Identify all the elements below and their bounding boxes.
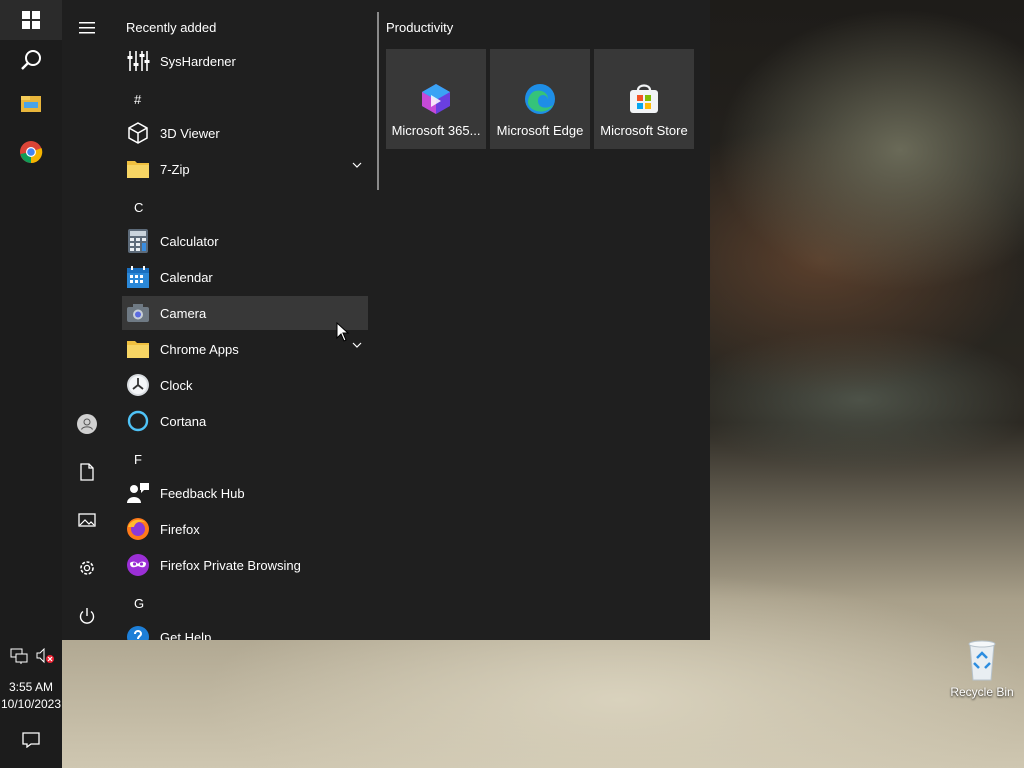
tile-label: Microsoft 365...: [391, 123, 481, 138]
windows-logo-icon: [22, 11, 40, 29]
letter-header[interactable]: #: [134, 92, 141, 107]
user-icon: [77, 414, 97, 434]
start-rail: [62, 0, 112, 640]
recycle-bin[interactable]: Recycle Bin: [944, 638, 1020, 699]
folder-icon: [126, 157, 150, 181]
file-explorer-taskbar-button[interactable]: [0, 84, 62, 124]
app-get-help[interactable]: Get Help: [122, 620, 368, 640]
file-explorer-icon: [21, 96, 41, 112]
clock-date: 10/10/2023: [0, 697, 62, 711]
cortana-icon: [126, 409, 150, 433]
expand-menu-button[interactable]: [62, 8, 112, 48]
taskbar-clock[interactable]: 3:55 AM 10/10/2023: [0, 679, 62, 713]
recycle-bin-label: Recycle Bin: [950, 685, 1014, 699]
clock-icon: [126, 373, 150, 397]
pictures-button[interactable]: [62, 500, 112, 540]
app-label: Cortana: [160, 413, 207, 429]
recycle-bin-icon: [968, 640, 996, 681]
power-button[interactable]: [62, 596, 112, 636]
help-icon: [126, 625, 150, 640]
start-button[interactable]: [0, 0, 62, 40]
power-icon: [79, 608, 95, 624]
app-feedback-hub[interactable]: Feedback Hub: [122, 476, 368, 510]
chevron-down-icon[interactable]: [352, 162, 362, 168]
cube-icon: [126, 121, 150, 145]
app-3d-viewer[interactable]: 3D Viewer: [122, 116, 368, 150]
app-chrome-apps[interactable]: Chrome Apps: [122, 332, 368, 366]
sliders-icon: [126, 49, 150, 73]
letter-header[interactable]: F: [134, 452, 142, 467]
action-center-button[interactable]: [0, 722, 62, 758]
chrome-icon: [20, 141, 43, 164]
calculator-icon: [126, 229, 150, 253]
clock-time: 3:55 AM: [8, 680, 54, 694]
app-label: 3D Viewer: [160, 125, 220, 141]
user-account-button[interactable]: [62, 404, 112, 444]
app-label: Feedback Hub: [160, 485, 245, 501]
mouse-cursor-icon: [336, 322, 350, 342]
microsoft-365-icon: [420, 83, 452, 115]
app-label: Get Help: [160, 629, 212, 641]
network-icon[interactable]: [10, 648, 28, 664]
app-camera[interactable]: Camera: [122, 296, 368, 330]
app-label: Calculator: [160, 233, 219, 249]
volume-muted-icon[interactable]: [36, 648, 54, 664]
documents-button[interactable]: [62, 452, 112, 492]
app-label: Clock: [160, 377, 193, 393]
tile-microsoft-store[interactable]: Microsoft Store: [594, 49, 694, 149]
calendar-icon: [126, 265, 150, 289]
chevron-down-icon[interactable]: [352, 342, 362, 348]
letter-header[interactable]: G: [134, 596, 144, 611]
firefox-private-icon: [126, 553, 150, 577]
app-label: Firefox Private Browsing: [160, 557, 301, 573]
app-calculator[interactable]: Calculator: [122, 224, 368, 258]
app-label: 7-Zip: [160, 161, 190, 177]
tile-label: Microsoft Store: [600, 123, 688, 138]
action-center-icon: [22, 732, 40, 748]
app-syshardener[interactable]: SysHardener: [122, 44, 368, 78]
hamburger-menu-icon: [79, 22, 95, 34]
app-list-scrollbar[interactable]: [377, 12, 379, 190]
search-button[interactable]: [0, 40, 62, 80]
recently-added-title: Recently added: [126, 20, 217, 35]
app-label: Calendar: [160, 269, 213, 285]
tile-microsoft-edge[interactable]: Microsoft Edge: [490, 49, 590, 149]
app-label: SysHardener: [160, 53, 236, 69]
app-calendar[interactable]: Calendar: [122, 260, 368, 294]
app-7-zip[interactable]: 7-Zip: [122, 152, 368, 186]
app-cortana[interactable]: Cortana: [122, 404, 368, 438]
app-label: Camera: [160, 305, 207, 321]
app-list: Recently added SysHardener # 3D Viewer 7…: [120, 0, 372, 640]
chrome-taskbar-button[interactable]: [0, 132, 62, 172]
letter-header[interactable]: C: [134, 200, 143, 215]
taskbar: 3:55 AM 10/10/2023: [0, 0, 62, 768]
settings-icon: [80, 561, 94, 575]
tile-microsoft-365[interactable]: Microsoft 365...: [386, 49, 486, 149]
app-firefox[interactable]: Firefox: [122, 512, 368, 546]
search-icon: [21, 50, 41, 70]
app-label: Chrome Apps: [160, 341, 239, 357]
settings-button[interactable]: [62, 548, 112, 588]
feedback-icon: [126, 481, 150, 505]
store-icon: [628, 83, 660, 115]
documents-icon: [80, 463, 94, 481]
tile-group-title[interactable]: Productivity: [386, 20, 453, 35]
firefox-icon: [126, 517, 150, 541]
system-tray: [10, 645, 56, 667]
camera-icon: [126, 301, 150, 325]
start-menu: Recently added SysHardener # 3D Viewer 7…: [62, 0, 710, 640]
pictures-icon: [78, 513, 96, 527]
app-clock[interactable]: Clock: [122, 368, 368, 402]
tile-label: Microsoft Edge: [496, 123, 584, 138]
app-label: Firefox: [160, 521, 200, 537]
folder-icon: [126, 337, 150, 361]
app-firefox-private-browsing[interactable]: Firefox Private Browsing: [122, 548, 368, 582]
edge-icon: [524, 83, 556, 115]
